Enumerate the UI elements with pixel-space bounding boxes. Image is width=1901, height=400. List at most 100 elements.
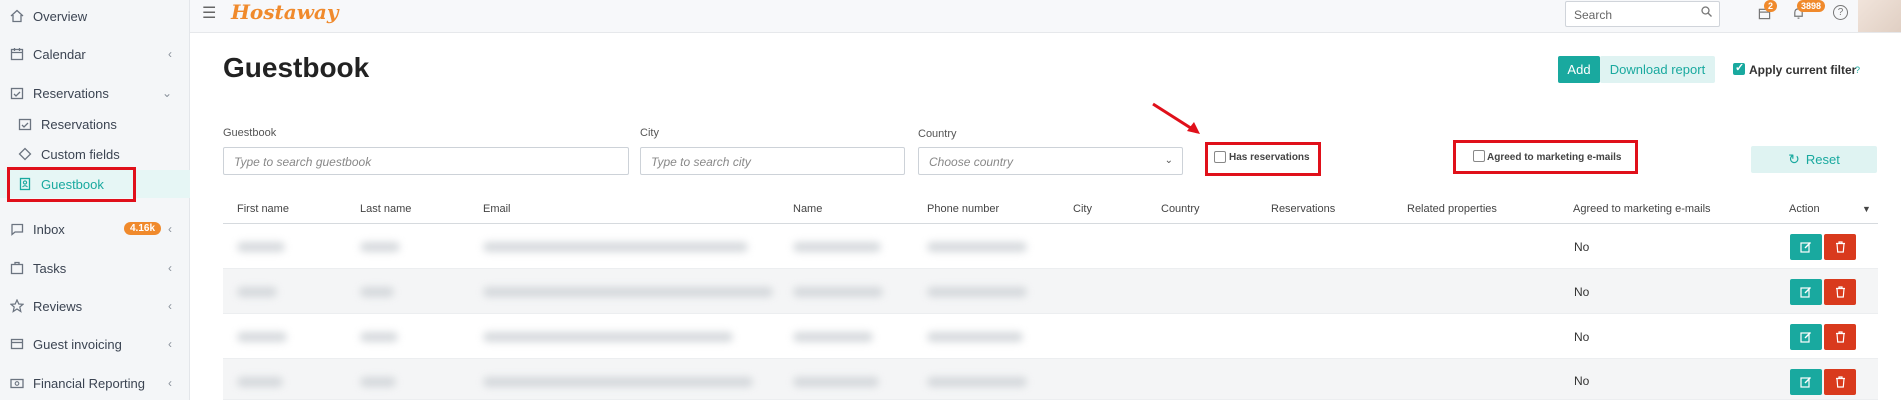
agreed-marketing-cell: No (1574, 330, 1590, 344)
trash-icon (1835, 331, 1845, 343)
sidebar-item-reservations[interactable]: Reservations ⌄ (0, 79, 190, 107)
table-row[interactable]: No (223, 359, 1878, 400)
column-header-email[interactable]: Email (483, 203, 511, 215)
edit-button[interactable] (1790, 324, 1822, 350)
table-row[interactable]: No (223, 269, 1878, 314)
table-row[interactable]: No (223, 224, 1878, 269)
redacted-cell (237, 287, 277, 297)
redacted-cell (237, 242, 285, 252)
agreed-marketing-cell: No (1574, 285, 1590, 299)
country-select[interactable]: Choose country ⌄ (918, 147, 1183, 175)
top-bar: ☰ Hostaway Search 2 3898 ? (190, 0, 1901, 33)
delete-button[interactable] (1824, 279, 1856, 305)
edit-button[interactable] (1790, 369, 1822, 395)
apply-filter-checkbox[interactable] (1733, 61, 1745, 75)
tasks-icon (9, 260, 25, 276)
agreed-marketing-checkbox[interactable] (1473, 150, 1485, 162)
refresh-icon: ↻ (1788, 151, 1800, 167)
reset-label: Reset (1805, 152, 1840, 167)
guestbook-filter-label: Guestbook (223, 127, 277, 139)
sidebar-subitem-reservations[interactable]: Reservations (0, 110, 190, 138)
has-reservations-checkbox[interactable] (1214, 151, 1226, 163)
chevron-left-icon: ‹ (168, 261, 172, 275)
sidebar-item-overview[interactable]: Overview (0, 2, 190, 30)
sidebar-item-label: Custom fields (41, 146, 120, 162)
redacted-cell (483, 242, 748, 252)
reset-button[interactable]: ↻ Reset (1751, 146, 1877, 173)
star-icon (9, 298, 25, 314)
redacted-cell (237, 332, 287, 342)
edit-button[interactable] (1790, 234, 1822, 260)
annotation-arrow (1152, 102, 1200, 134)
hamburger-menu-icon[interactable]: ☰ (202, 3, 216, 23)
sidebar-item-label: Financial Reporting (33, 375, 146, 391)
redacted-cell (793, 242, 881, 252)
calendar-icon (9, 46, 25, 62)
agreed-marketing-label: Agreed to marketing e-mails (1487, 152, 1622, 163)
sidebar-item-guest-invoicing[interactable]: Guest invoicing ‹ (0, 330, 190, 358)
redacted-cell (793, 332, 873, 342)
search-icon (1701, 6, 1712, 20)
sidebar-item-financial-reporting[interactable]: Financial Reporting ‹ (0, 369, 190, 397)
city-search-input[interactable]: Type to search city (640, 147, 905, 175)
sidebar-subitem-custom-fields[interactable]: Custom fields (0, 140, 190, 168)
search-placeholder: Search (1574, 8, 1613, 22)
invoice-icon (9, 336, 25, 352)
sidebar-item-inbox[interactable]: Inbox 4.16k ‹ (0, 215, 190, 243)
guestbook-search-input[interactable]: Type to search guestbook (223, 147, 629, 175)
brand-logo[interactable]: Hostaway (231, 0, 339, 24)
redacted-cell (237, 377, 283, 387)
sidebar-item-reviews[interactable]: Reviews ‹ (0, 292, 190, 320)
column-header-agreed-marketing[interactable]: Agreed to marketing e-mails (1573, 203, 1711, 215)
delete-button[interactable] (1824, 234, 1856, 260)
sidebar-item-label: Tasks (33, 260, 67, 276)
redacted-cell (360, 287, 394, 297)
page-title: Guestbook (223, 52, 370, 83)
edit-button[interactable] (1790, 279, 1822, 305)
help-icon[interactable]: ? (1833, 5, 1848, 20)
agreed-marketing-cell: No (1574, 374, 1590, 388)
city-filter-label: City (640, 127, 659, 139)
sidebar-item-label: Overview (33, 8, 88, 24)
add-button[interactable]: Add (1558, 56, 1600, 83)
redacted-cell (360, 377, 396, 387)
column-header-city[interactable]: City (1073, 203, 1092, 215)
redacted-cell (360, 242, 400, 252)
chevron-left-icon: ‹ (168, 222, 172, 236)
agreed-marketing-cell: No (1574, 240, 1590, 254)
sidebar-item-tasks[interactable]: Tasks ‹ (0, 254, 190, 282)
delete-button[interactable] (1824, 324, 1856, 350)
column-header-reservations[interactable]: Reservations (1271, 203, 1335, 215)
column-header-country[interactable]: Country (1161, 203, 1200, 215)
chevron-down-icon: ⌄ (161, 86, 172, 100)
sidebar-item-label: Calendar (33, 46, 86, 62)
column-header-phone-number[interactable]: Phone number (927, 203, 999, 215)
guestbook-placeholder: Type to search guestbook (234, 155, 372, 169)
column-header-name[interactable]: Name (793, 203, 822, 215)
money-icon (9, 375, 25, 391)
search-input[interactable]: Search (1565, 1, 1720, 27)
column-header-action[interactable]: Action (1789, 203, 1820, 215)
sidebar-item-calendar[interactable]: Calendar ‹ (0, 40, 190, 68)
tag-icon (17, 146, 33, 162)
redacted-cell (483, 377, 753, 387)
delete-button[interactable] (1824, 369, 1856, 395)
column-toggle-icon[interactable]: ▼ (1862, 204, 1871, 214)
trash-icon (1835, 376, 1845, 388)
avatar[interactable] (1858, 0, 1901, 32)
highlight-box-guestbook (7, 167, 136, 202)
column-header-last-name[interactable]: Last name (360, 203, 411, 215)
sidebar-item-label: Inbox (33, 221, 65, 237)
sidebar-item-label: Reservations (41, 116, 117, 132)
trash-icon (1835, 241, 1845, 253)
column-header-first-name[interactable]: First name (237, 203, 289, 215)
sidebar-item-label: Reservations (33, 85, 109, 101)
redacted-cell (927, 287, 1027, 297)
sidebar-item-label: Reviews (33, 298, 83, 314)
download-report-button[interactable]: Download report (1600, 56, 1715, 83)
help-icon[interactable]: ? (1855, 65, 1860, 75)
edit-icon (1800, 287, 1811, 298)
column-header-related-properties[interactable]: Related properties (1407, 203, 1497, 215)
table-row[interactable]: No (223, 314, 1878, 359)
edit-icon (1800, 242, 1811, 253)
